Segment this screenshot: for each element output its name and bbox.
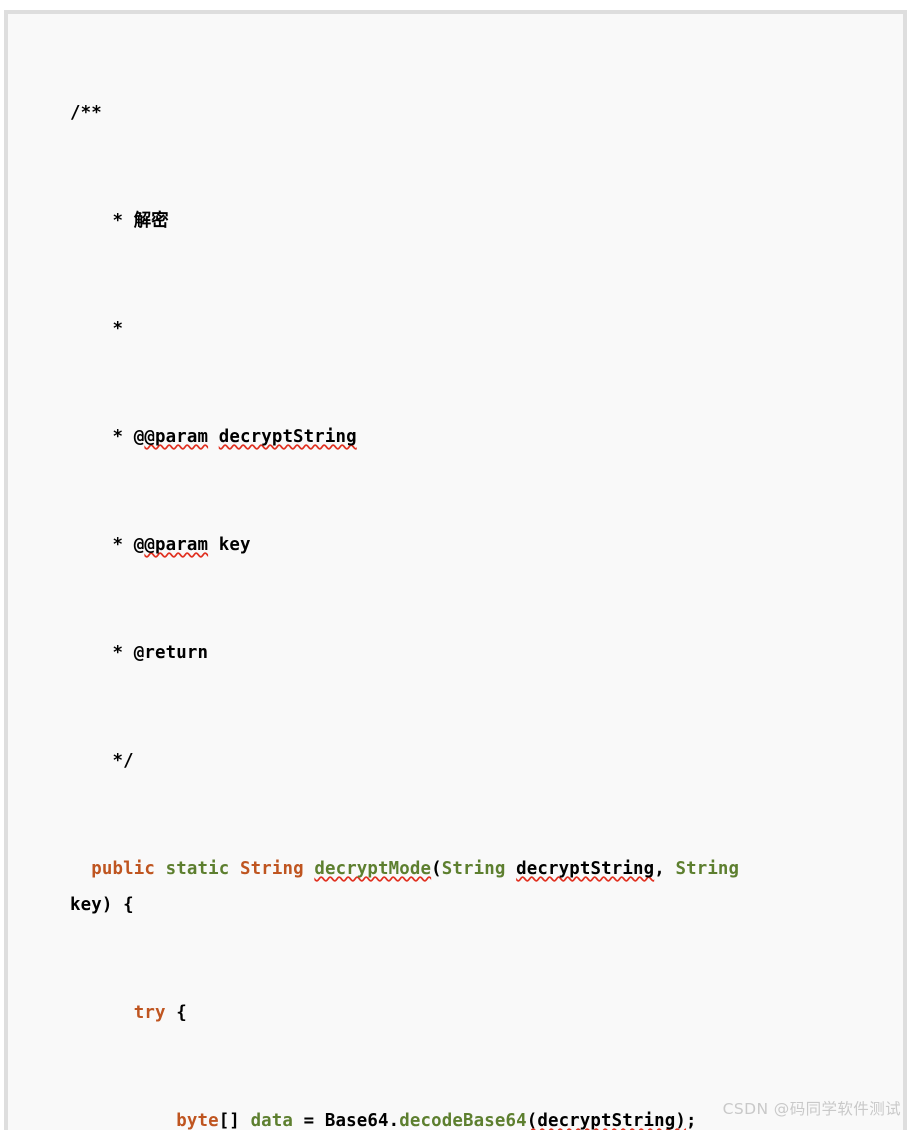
semicolon: ; xyxy=(686,1111,697,1130)
javadoc-star: * xyxy=(112,211,124,231)
javadoc-tag-return: @return xyxy=(133,643,209,663)
javadoc-close: */ xyxy=(112,751,134,771)
code-line-method-signature: public static String decryptMode(String … xyxy=(8,851,903,923)
javadoc-star: * xyxy=(112,319,124,339)
brace-open: { xyxy=(165,1003,187,1023)
code-line-javadoc-open: /** xyxy=(8,95,903,131)
code-line-javadoc-return: * @return xyxy=(8,635,903,671)
assign-base64: = Base64. xyxy=(293,1111,400,1130)
code-line-try: try { xyxy=(8,995,903,1031)
variable-data: data xyxy=(250,1111,294,1130)
keyword-public: public xyxy=(91,859,155,879)
code-content: /** * 解密 * * @@param decryptString * @@p… xyxy=(8,14,903,1130)
param-type-2: String xyxy=(675,859,740,879)
type-return-string: String xyxy=(239,859,304,879)
code-line-javadoc-close: */ xyxy=(8,743,903,779)
code-line-javadoc-param-1: * @@param decryptString xyxy=(8,419,903,455)
param-name-decryptstring: decryptString xyxy=(516,859,655,879)
call-args: (decryptString) xyxy=(526,1111,687,1130)
signature-continuation: key) { xyxy=(8,887,897,923)
paren-open: ( xyxy=(431,859,442,879)
param-name-key: key xyxy=(70,895,102,915)
method-name-decryptmode: decryptMode xyxy=(314,859,432,879)
javadoc-tag-param: @@param xyxy=(133,427,209,447)
csdn-watermark: CSDN @码同学软件测试 xyxy=(722,1100,901,1118)
code-line-javadoc-summary: * 解密 xyxy=(8,203,903,239)
comma: , xyxy=(654,859,676,879)
param-type-1: String xyxy=(441,859,506,879)
code-line-javadoc-blank: * xyxy=(8,311,903,347)
array-brackets: [] xyxy=(218,1111,251,1130)
method-decodebase64: decodeBase64 xyxy=(399,1111,527,1130)
javadoc-tag-param: @@param xyxy=(133,535,209,555)
code-block-container: /** * 解密 * * @@param decryptString * @@p… xyxy=(4,10,907,1130)
signature-tail: ) { xyxy=(101,895,134,915)
keyword-static: static xyxy=(165,859,230,879)
javadoc-open: /** xyxy=(70,103,102,123)
javadoc-param-name: key xyxy=(218,535,251,555)
javadoc-star: * xyxy=(112,643,124,663)
code-screenshot: /** * 解密 * * @@param decryptString * @@p… xyxy=(0,0,915,1130)
javadoc-param-name: decryptString xyxy=(218,427,357,447)
javadoc-star: * xyxy=(112,535,124,555)
javadoc-summary-text: 解密 xyxy=(133,211,169,231)
code-line-javadoc-param-2: * @@param key xyxy=(8,527,903,563)
keyword-try: try xyxy=(133,1003,166,1023)
javadoc-star: * xyxy=(112,427,124,447)
type-byte: byte xyxy=(176,1111,219,1130)
